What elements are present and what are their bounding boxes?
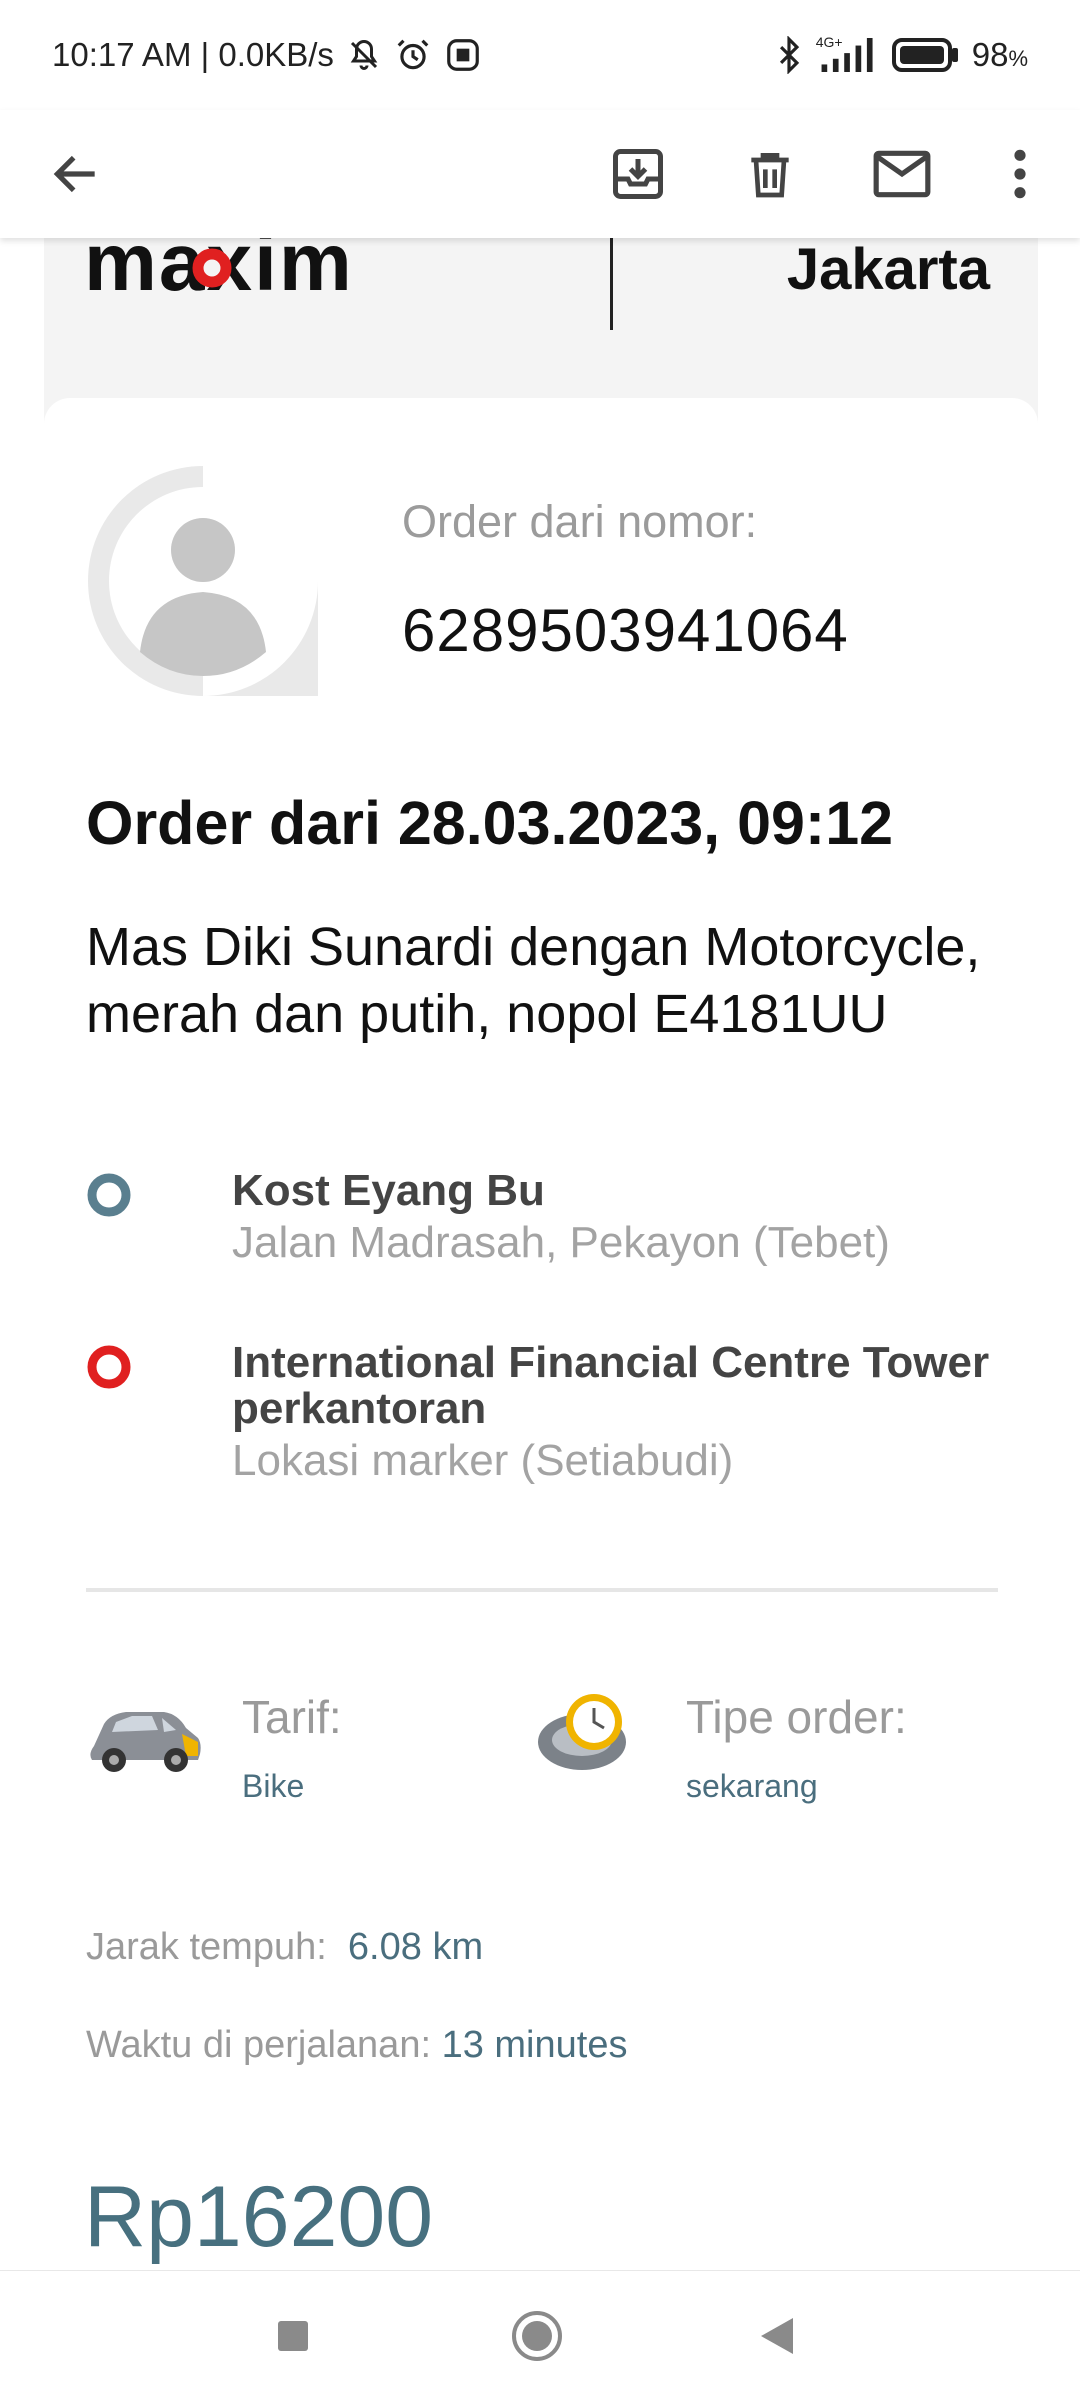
signal-icon: 4G+ bbox=[816, 34, 880, 72]
triangle-back-icon bbox=[761, 2318, 793, 2354]
home-button[interactable] bbox=[502, 2301, 572, 2371]
status-time: 10:17 AM | 0.0KB/s bbox=[52, 36, 334, 73]
more-vert-icon bbox=[1014, 149, 1026, 199]
tariff-value: Bike bbox=[242, 1768, 305, 1804]
driver-info: Mas Diki Sunardi dengan Motorcycle, mera… bbox=[86, 917, 981, 1044]
destination-marker-icon bbox=[87, 1345, 131, 1389]
pickup-address: Jalan Madrasah, Pekayon (Tebet) bbox=[232, 1218, 890, 1267]
app-notification-icon bbox=[444, 36, 482, 74]
battery-level: 98% bbox=[971, 36, 1028, 73]
network-type: 4G+ bbox=[815, 34, 843, 50]
distance-label: Jarak tempuh: bbox=[86, 1926, 327, 1968]
order-card: Order dari nomor: 6289503941064 Order da… bbox=[44, 398, 1038, 2270]
pickup-name: Kost Eyang Bu bbox=[232, 1166, 545, 1215]
order-number-label: Order dari nomor: bbox=[402, 496, 758, 547]
status-right: 4G+ 98% bbox=[774, 34, 1028, 74]
travel-time-label: Waktu di perjalanan: bbox=[86, 2024, 432, 2066]
mark-unread-button[interactable] bbox=[858, 130, 946, 218]
car-icon bbox=[90, 1712, 201, 1772]
avatar bbox=[88, 466, 318, 696]
delete-icon bbox=[751, 153, 789, 198]
battery-icon bbox=[891, 38, 960, 72]
route-stop-pickup: Kost Eyang Bu Jalan Madrasah, Pekayon (T… bbox=[86, 1168, 1016, 1288]
bluetooth-icon bbox=[774, 36, 804, 74]
back-button[interactable] bbox=[32, 130, 120, 218]
tariff-label: Tarif: bbox=[242, 1691, 342, 1743]
route-stop-destination: International Financial Centre Tower per… bbox=[86, 1340, 1016, 1510]
alarm-icon bbox=[394, 36, 432, 74]
order-price: Rp16200 bbox=[84, 2169, 434, 2265]
travel-time-value: 13 minutes bbox=[441, 2024, 628, 2066]
section-divider bbox=[86, 1588, 998, 1592]
travel-time-row: Waktu di perjalanan: 13 minutes bbox=[86, 2024, 627, 2067]
arrow-back-icon bbox=[53, 155, 95, 193]
brand-header: maxim Jakarta bbox=[44, 238, 1038, 398]
header-divider bbox=[610, 238, 613, 330]
archive-icon bbox=[613, 149, 663, 199]
status-left: 10:17 AM | 0.0KB/s bbox=[52, 36, 482, 74]
pickup-marker-icon bbox=[87, 1173, 131, 1217]
square-icon bbox=[278, 2321, 308, 2351]
order-phone-number[interactable]: 6289503941064 bbox=[402, 596, 849, 665]
status-bar: 10:17 AM | 0.0KB/s 4G+ 98% bbox=[0, 0, 1080, 110]
delete-button[interactable] bbox=[726, 130, 814, 218]
order-type-value: sekarang bbox=[686, 1768, 818, 1804]
mute-icon bbox=[346, 37, 382, 73]
more-options-button[interactable] bbox=[976, 130, 1064, 218]
home-circle-icon bbox=[512, 2311, 562, 2361]
recents-button[interactable] bbox=[258, 2301, 328, 2371]
system-nav-bar bbox=[0, 2270, 1080, 2401]
email-body: maxim Jakarta Order dari nomor: 62895039… bbox=[44, 238, 1038, 2270]
destination-name: International Financial Centre Tower per… bbox=[232, 1338, 990, 1433]
archive-button[interactable] bbox=[594, 130, 682, 218]
email-content: maxim Jakarta Order dari nomor: 62895039… bbox=[0, 238, 1080, 2270]
maxim-logo: maxim bbox=[84, 238, 444, 313]
destination-address: Lokasi marker (Setiabudi) bbox=[232, 1436, 734, 1485]
distance-row: Jarak tempuh: 6.08 km bbox=[86, 1926, 483, 1969]
app-bar bbox=[0, 110, 1080, 238]
distance-value: 6.08 km bbox=[347, 1926, 484, 1968]
mail-icon bbox=[873, 150, 931, 198]
clock-order-type-icon bbox=[538, 1694, 626, 1770]
order-type-label: Tipe order: bbox=[686, 1691, 907, 1743]
city-name: Jakarta bbox=[786, 238, 990, 302]
back-nav-button[interactable] bbox=[742, 2301, 812, 2371]
order-title: Order dari 28.03.2023, 09:12 bbox=[86, 789, 894, 857]
